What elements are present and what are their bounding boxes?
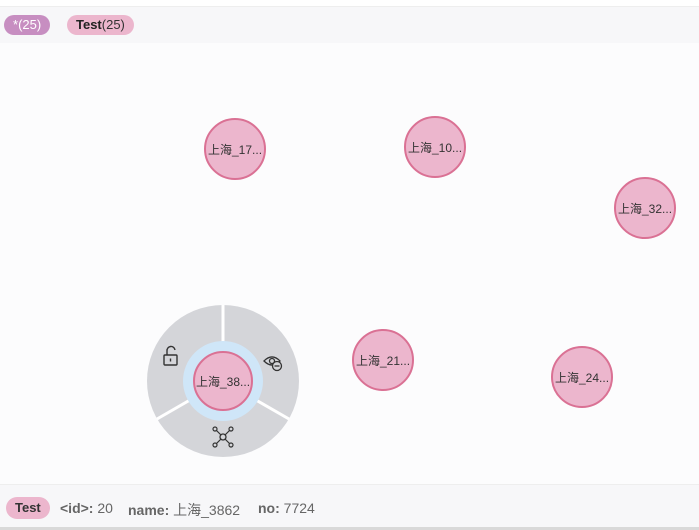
graph-node[interactable]: 上海_21... xyxy=(352,329,414,391)
selected-graph-node[interactable]: 上海_38... xyxy=(193,351,253,411)
node-label: 上海_24... xyxy=(555,370,609,385)
legend-test-count: (25) xyxy=(101,17,125,32)
prop-id-value: 20 xyxy=(97,500,113,516)
node-label: 上海_38... xyxy=(196,374,250,389)
prop-name-key: name: xyxy=(128,502,170,518)
graph-node[interactable]: 上海_17... xyxy=(204,118,266,180)
prop-no-value: 7724 xyxy=(283,500,315,516)
graph-node[interactable]: 上海_24... xyxy=(551,346,613,408)
prop-name: name: 上海_3862 xyxy=(128,500,240,520)
node-label: 上海_32... xyxy=(618,201,672,216)
legend-all-pill[interactable]: *(25) xyxy=(4,15,51,35)
prop-no-key: no: xyxy=(258,500,280,516)
expand-graph-icon[interactable] xyxy=(212,426,234,448)
legend-bar: *(25) Test(25) xyxy=(0,7,699,43)
legend-test-pill[interactable]: Test(25) xyxy=(67,15,134,35)
graph-canvas[interactable] xyxy=(0,43,699,484)
prop-no: no: 7724 xyxy=(258,500,315,516)
node-details-bar: Test <id>: 20 name: 上海_3862 no: 7724 xyxy=(0,484,699,529)
node-label-badge[interactable]: Test xyxy=(6,497,50,519)
unlock-icon[interactable] xyxy=(160,345,182,367)
top-border xyxy=(0,0,699,7)
prop-id: <id>: 20 xyxy=(60,500,113,516)
hide-eye-icon[interactable] xyxy=(262,352,284,374)
graph-node[interactable]: 上海_10... xyxy=(404,116,466,178)
prop-name-value: 上海_3862 xyxy=(173,502,241,518)
legend-test-name: Test xyxy=(76,17,102,32)
graph-node[interactable]: 上海_32... xyxy=(614,177,676,239)
node-label: 上海_10... xyxy=(408,140,462,155)
node-label: 上海_17... xyxy=(208,142,262,157)
legend-all-count: (25) xyxy=(18,17,42,32)
prop-id-key: <id>: xyxy=(60,500,94,516)
node-label: 上海_21... xyxy=(356,353,410,368)
